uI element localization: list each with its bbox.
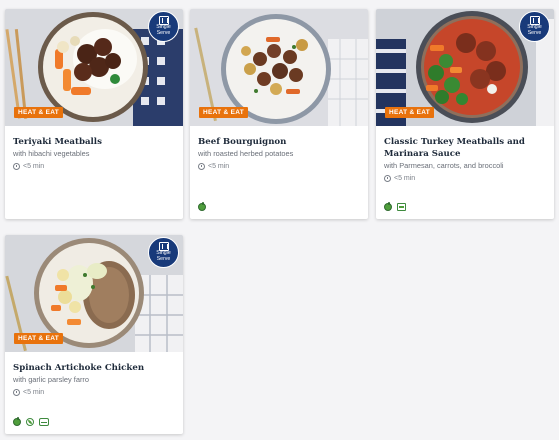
single-serve-label: Single Serve <box>527 24 542 36</box>
meal-subtitle: with Parmesan, carrots, and broccoli <box>384 161 504 170</box>
meal-card[interactable]: Single Serve HEAT & EAT Spinach Artichok… <box>5 235 183 434</box>
single-serve-label: Single Serve <box>156 24 171 36</box>
heat-and-eat-tag: HEAT & EAT <box>14 333 64 344</box>
prep-time: <5 min <box>13 163 175 170</box>
clock-icon <box>198 163 205 170</box>
meal-title[interactable]: Classic Turkey Meatballs and Marinara Sa… <box>384 136 546 160</box>
meal-card[interactable]: Single Serve HEAT & EAT Classic Turkey M… <box>376 9 554 219</box>
meal-title[interactable]: Teriyaki Meatballs <box>13 136 175 148</box>
prep-time-label: <5 min <box>23 389 45 396</box>
meal-card[interactable]: Single Serve HEAT & EAT Teriyaki Meatbal… <box>5 9 183 219</box>
prep-time: <5 min <box>13 389 175 396</box>
heat-and-eat-tag: HEAT & EAT <box>199 107 249 118</box>
clock-icon <box>13 389 20 396</box>
veggie-icon <box>13 417 21 426</box>
veggie-icon <box>198 202 206 211</box>
meal-title[interactable]: Beef Bourguignon <box>198 136 360 148</box>
meal-image[interactable]: Single Serve HEAT & EAT <box>376 9 554 126</box>
leaf-icon <box>26 418 34 426</box>
clock-icon <box>384 175 391 182</box>
diet-icons <box>384 202 406 211</box>
prep-time: <5 min <box>198 163 360 170</box>
single-serve-badge: Single Serve <box>148 11 179 42</box>
clock-icon <box>13 163 20 170</box>
protein-icon <box>39 418 49 426</box>
box-icon <box>159 16 169 25</box>
diet-icons <box>13 417 49 426</box>
diet-icons <box>198 202 206 211</box>
prep-time-label: <5 min <box>23 163 45 170</box>
box-icon <box>159 242 169 251</box>
veggie-icon <box>384 202 392 211</box>
calorie-smart-icon <box>397 203 406 211</box>
single-serve-label: Single Serve <box>156 250 171 262</box>
meal-card[interactable]: HEAT & EAT Beef Bourguignon with roasted… <box>190 9 368 219</box>
meal-title[interactable]: Spinach Artichoke Chicken <box>13 362 175 374</box>
meal-subtitle: with garlic parsley farro <box>13 375 89 384</box>
prep-time-label: <5 min <box>208 163 230 170</box>
box-icon <box>530 16 540 25</box>
meal-subtitle: with roasted herbed potatoes <box>198 149 294 158</box>
single-serve-badge: Single Serve <box>519 11 550 42</box>
single-serve-badge: Single Serve <box>148 237 179 268</box>
heat-and-eat-tag: HEAT & EAT <box>14 107 64 118</box>
prep-time: <5 min <box>384 175 546 182</box>
heat-and-eat-tag: HEAT & EAT <box>385 107 435 118</box>
meal-image[interactable]: Single Serve HEAT & EAT <box>5 235 183 352</box>
meal-image[interactable]: Single Serve HEAT & EAT <box>5 9 183 126</box>
prep-time-label: <5 min <box>394 175 416 182</box>
meal-image[interactable]: HEAT & EAT <box>190 9 368 126</box>
meal-subtitle: with hibachi vegetables <box>13 149 90 158</box>
